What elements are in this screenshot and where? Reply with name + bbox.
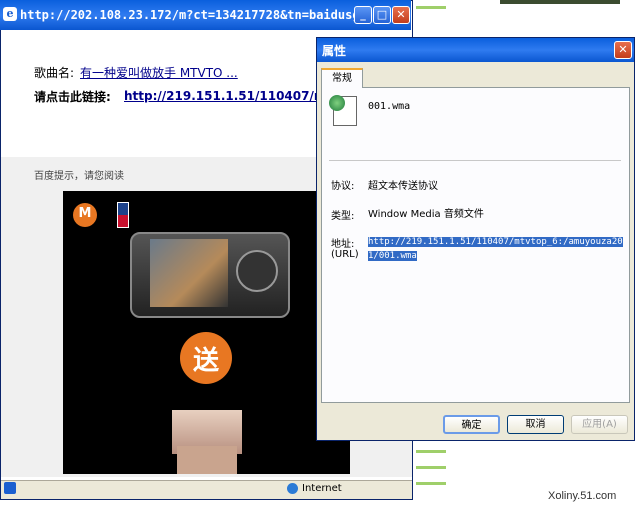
song-link[interactable]: 有一种爱叫做放手 MTVTO ... — [80, 64, 238, 81]
web-globe-icon — [329, 95, 345, 111]
background-divider — [416, 466, 446, 469]
minimize-icon[interactable]: _ — [354, 6, 372, 24]
cancel-button[interactable]: 取消 — [507, 415, 564, 434]
download-link[interactable]: http://219.151.1.51/110407/mtvtop_6.../1… — [124, 88, 469, 104]
background-divider — [416, 6, 446, 9]
ie-icon: e — [3, 7, 17, 21]
close-icon[interactable]: ✕ — [392, 6, 410, 24]
maximize-icon[interactable]: □ — [373, 6, 391, 24]
watermark: Xoliny.51.com — [548, 490, 617, 502]
type-label: 类型: — [331, 211, 355, 222]
apply-button[interactable]: 应用(A) — [571, 415, 628, 434]
gift-text: 送 — [192, 346, 219, 376]
song-label: 歌曲名: — [34, 66, 75, 80]
type-value: Window Media 音频文件 — [368, 209, 484, 220]
divider — [329, 160, 621, 161]
background-divider — [416, 482, 446, 485]
dialog-close-icon[interactable]: ✕ — [614, 41, 632, 59]
tab-general[interactable]: 常规 — [321, 68, 363, 88]
address-text[interactable]: http://219.151.1.51/110407/mtvtop_6:/amu… — [368, 237, 623, 261]
download-label: 请点击此链接: — [34, 90, 111, 104]
nba-logo — [117, 202, 129, 228]
motorola-m-icon: M — [78, 206, 92, 221]
background-image-strip — [500, 0, 620, 4]
security-zone: Internet — [302, 483, 342, 494]
dialog-title-bar[interactable] — [317, 38, 634, 62]
tips-text: 百度提示，请您阅读 — [34, 171, 124, 182]
protocol-label: 协议: — [331, 181, 355, 192]
ok-button[interactable]: 确定 — [443, 415, 500, 434]
file-name: 001.wma — [368, 101, 411, 112]
background-divider — [416, 450, 446, 453]
address-label-url: (URL) — [331, 249, 359, 260]
globe-icon — [287, 483, 298, 494]
address-value[interactable]: http://219.151.1.51/110407/mtvtop_6:/amu… — [368, 235, 623, 263]
gift-box-base-image — [177, 446, 237, 474]
browser-title: http://202.108.23.172/m?ct=134217728&tn=… — [20, 8, 389, 22]
address-label: 地址: — [331, 239, 355, 250]
protocol-value: 超文本传送协议 — [368, 181, 438, 192]
page-icon — [4, 482, 16, 494]
phone-screen-image — [150, 239, 228, 307]
phone-keypad-image — [236, 250, 278, 292]
status-bar — [1, 480, 412, 499]
dialog-title: 属性 — [322, 44, 347, 58]
